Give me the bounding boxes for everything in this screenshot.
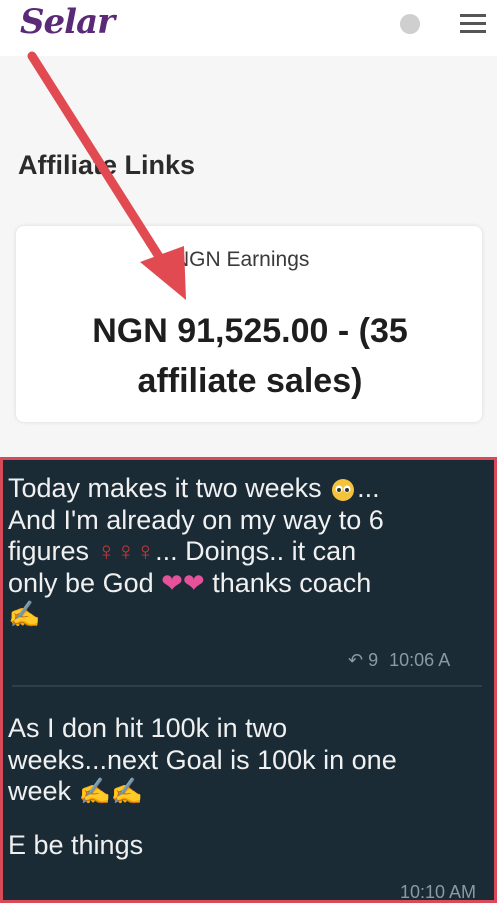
dancer-icon: ♀♀♀	[96, 536, 156, 566]
writing-hand-icon: ✍	[8, 599, 41, 629]
msg1-line2: And I'm already on my way to 6	[8, 504, 384, 535]
msg1-line3-b: ... Doings.. it can	[155, 536, 357, 566]
chat-message-2: As I don hit 100k in two weeks...next Go…	[8, 713, 493, 861]
heart-icon: ❤❤	[161, 567, 205, 598]
msg2-line2: weeks...next Goal is 100k in one	[8, 744, 397, 775]
pleading-face-icon	[332, 478, 355, 501]
message-divider	[12, 685, 482, 687]
msg1-forward-count: 9	[368, 650, 379, 670]
msg2-line4: E be things	[8, 829, 144, 860]
msg1-time: 10:06 A	[389, 650, 451, 670]
earnings-amount: NGN 91,525.00 - (35 affiliate sales)	[30, 306, 470, 406]
msg1-meta: ↶ 9 10:06 A	[348, 650, 450, 671]
earnings-amount-line2: affiliate sales)	[137, 362, 363, 400]
msg2-time: 10:10 AM	[400, 882, 477, 902]
earnings-amount-line1: NGN 91,525.00 - (35	[92, 312, 408, 350]
msg2-line3: week	[8, 776, 72, 806]
forward-icon: ↶	[348, 650, 364, 670]
msg2-line1: As I don hit 100k in two	[8, 713, 288, 743]
writing-hand-icon: ✍✍	[78, 776, 144, 806]
msg1-line1-end: ...	[357, 473, 380, 503]
chat-message-1: Today makes it two weeks ... And I'm alr…	[8, 473, 493, 631]
msg1-line4-b: thanks coach	[212, 567, 372, 598]
msg1-line3-a: figures	[8, 536, 90, 566]
msg1-line4-a: only be God	[8, 567, 154, 598]
red-arrow-annotation	[27, 51, 186, 300]
msg1-line1: Today makes it two weeks	[8, 473, 322, 503]
